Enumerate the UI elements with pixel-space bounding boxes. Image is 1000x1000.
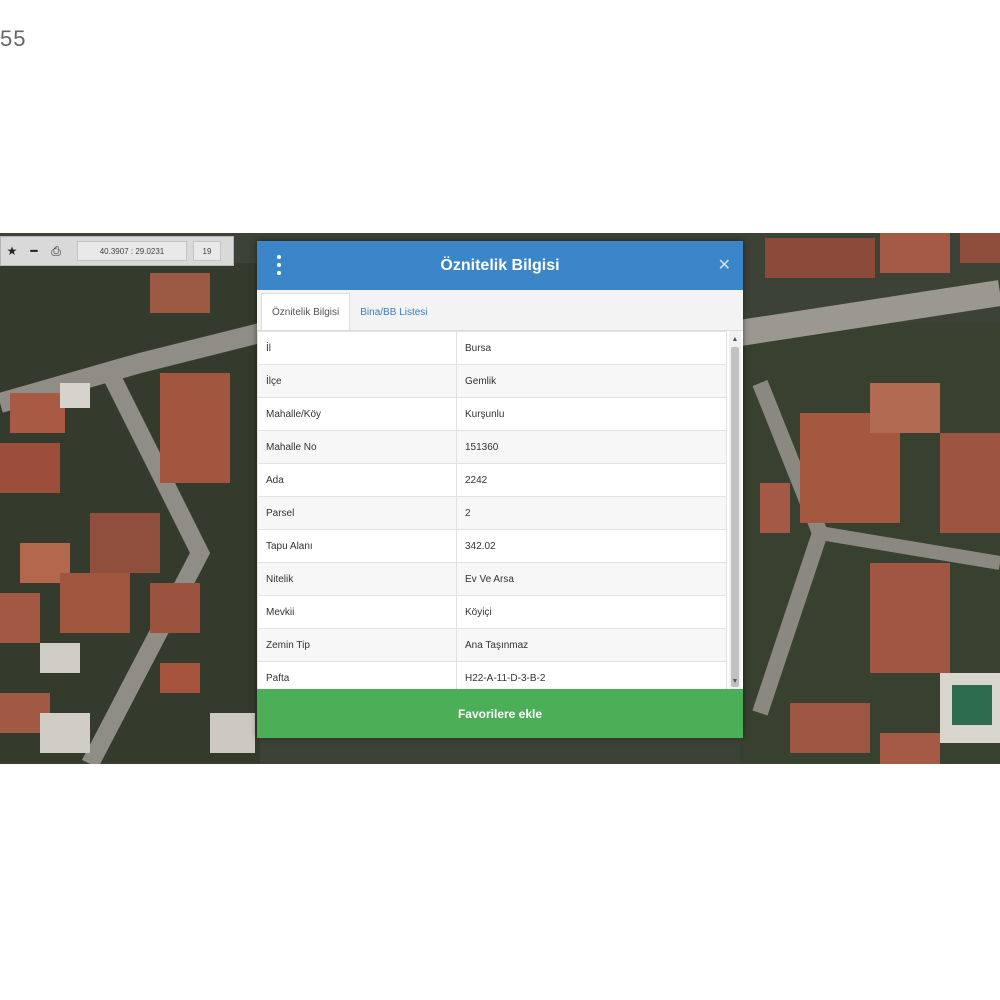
table-row: İl Bursa xyxy=(257,331,727,365)
row-value: 2242 xyxy=(456,463,727,497)
row-key: Tapu Alanı xyxy=(257,529,457,563)
row-value: H22-A-11-D-3-B-2 xyxy=(456,661,727,689)
dialog-tabs: Öznitelik Bilgisi Bina/BB Listesi xyxy=(257,290,743,331)
row-value: Gemlik xyxy=(456,364,727,398)
table-row: Zemin Tip Ana Taşınmaz xyxy=(257,628,727,662)
row-value: Ev Ve Arsa xyxy=(456,562,727,596)
table-row: Ada 2242 xyxy=(257,463,727,497)
table-row: İlçe Gemlik xyxy=(257,364,727,398)
tab-building-list[interactable]: Bina/BB Listesi xyxy=(350,294,437,330)
map-toolbar: ★ ━ ⎙ 40.3907 : 29.0231 19 xyxy=(0,236,234,266)
minus-icon[interactable]: ━ xyxy=(23,238,45,264)
table-row: Parsel 2 xyxy=(257,496,727,530)
row-key: Pafta xyxy=(257,661,457,689)
row-value: 342.02 xyxy=(456,529,727,563)
row-key: İlçe xyxy=(257,364,457,398)
row-value: Kurşunlu xyxy=(456,397,727,431)
row-value: Ana Taşınmaz xyxy=(456,628,727,662)
row-value: 2 xyxy=(456,496,727,530)
row-key: İl xyxy=(257,331,457,365)
row-key: Nitelik xyxy=(257,562,457,596)
row-key: Mahalle/Köy xyxy=(257,397,457,431)
dialog-title: Öznitelik Bilgisi xyxy=(440,256,560,274)
table-row: Mevkii Köyiçi xyxy=(257,595,727,629)
row-key: Mahalle No xyxy=(257,430,457,464)
row-key: Ada xyxy=(257,463,457,497)
row-value: Bursa xyxy=(456,331,727,365)
table-row: Tapu Alanı 342.02 xyxy=(257,529,727,563)
close-icon[interactable]: ✕ xyxy=(718,255,731,275)
table-scrollbar[interactable]: ▲ ▼ xyxy=(729,331,741,689)
table-row: Pafta H22-A-11-D-3-B-2 xyxy=(257,661,727,689)
row-key: Parsel xyxy=(257,496,457,530)
print-icon[interactable]: ⎙ xyxy=(45,238,67,264)
table-row: Nitelik Ev Ve Arsa xyxy=(257,562,727,596)
add-to-favorites-button[interactable]: Favorilere ekle xyxy=(257,689,743,738)
tab-attribute-info[interactable]: Öznitelik Bilgisi xyxy=(261,293,351,330)
row-key: Mevkii xyxy=(257,595,457,629)
table-row: Mahalle/Köy Kurşunlu xyxy=(257,397,727,431)
scroll-up-icon[interactable]: ▲ xyxy=(729,333,741,345)
row-key: Zemin Tip xyxy=(257,628,457,662)
scroll-thumb[interactable] xyxy=(731,347,739,687)
zoom-level: 19 xyxy=(193,241,221,261)
corner-number: 55 xyxy=(0,26,27,51)
attribute-table-container[interactable]: İl Bursa İlçe Gemlik Mahalle/Köy Kurşunlu M… xyxy=(257,331,743,689)
row-value: 151360 xyxy=(456,430,727,464)
star-icon[interactable]: ★ xyxy=(1,238,23,264)
attribute-table: İl Bursa İlçe Gemlik Mahalle/Köy Kurşunlu M… xyxy=(257,331,727,689)
kebab-menu-icon[interactable] xyxy=(271,255,287,275)
scroll-down-icon[interactable]: ▼ xyxy=(729,675,741,687)
dialog-header: Öznitelik Bilgisi ✕ xyxy=(257,241,743,290)
attribute-dialog: Öznitelik Bilgisi ✕ Öznitelik Bilgisi Bi… xyxy=(257,241,743,738)
coordinate-readout: 40.3907 : 29.0231 xyxy=(77,241,187,261)
row-value: Köyiçi xyxy=(456,595,727,629)
table-row: Mahalle No 151360 xyxy=(257,430,727,464)
